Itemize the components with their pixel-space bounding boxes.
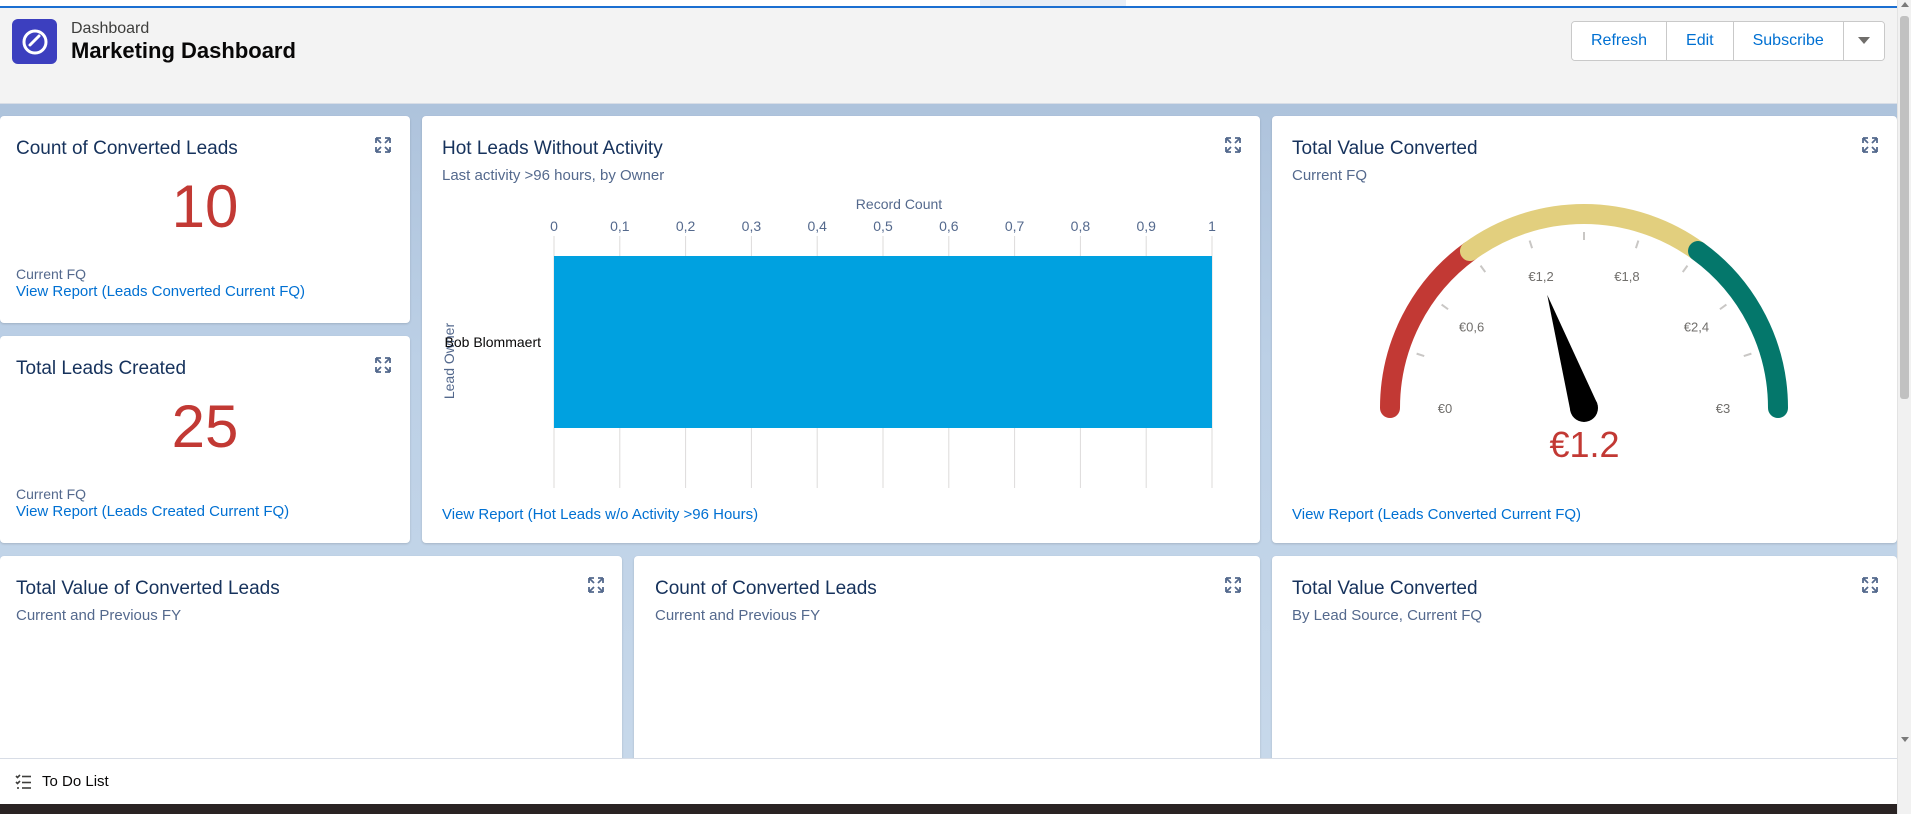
expand-icon[interactable] (1861, 136, 1879, 154)
page-title: Marketing Dashboard (71, 38, 296, 63)
x-tick-label: 0 (550, 218, 558, 234)
bar[interactable] (554, 256, 1212, 428)
utility-bar: To Do List (0, 758, 1897, 804)
card-converted-leads: Count of Converted Leads 10 Current FQ V… (0, 116, 410, 323)
card-title: Hot Leads Without Activity (442, 138, 663, 159)
x-tick-label: 0,1 (610, 218, 630, 234)
card-hot-leads: Hot Leads Without Activity Last activity… (422, 116, 1260, 543)
gauge-tick (1634, 240, 1640, 249)
x-tick-label: 1 (1208, 218, 1216, 234)
gauge-tick (1416, 352, 1425, 358)
page-scrollbar[interactable] (1897, 0, 1911, 814)
more-actions-button[interactable] (1843, 22, 1884, 60)
card-subtitle: Current FQ (1292, 167, 1368, 184)
x-axis-label: Record Count (856, 196, 942, 212)
card-title: Total Value of Converted Leads (16, 578, 280, 599)
view-report-link[interactable]: View Report (Leads Converted Current FQ) (1292, 506, 1581, 523)
expand-icon[interactable] (374, 136, 392, 154)
hot-leads-bar-chart: Record Count Lead Owner 0 0,1 0,2 0,3 0,4 0,5… (441, 196, 1216, 488)
breadcrumb[interactable]: Dashboard (71, 20, 149, 38)
dashboard-header: Dashboard Marketing Dashboard Refresh Ed… (0, 8, 1897, 104)
gauge-tick (1719, 303, 1727, 311)
x-tick-label: 0,3 (742, 218, 762, 234)
gauge-hub (1570, 394, 1598, 422)
checklist-icon (15, 774, 31, 789)
x-tick-label: 0,4 (807, 218, 827, 234)
todo-list-button[interactable]: To Do List (42, 773, 109, 790)
refresh-button[interactable]: Refresh (1572, 22, 1668, 60)
card-value-converted-fy: Total Value of Converted Leads Current a… (0, 556, 622, 776)
card-title: Total Value Converted (1292, 578, 1478, 599)
metric-value: 25 (171, 393, 239, 460)
card-title: Count of Converted Leads (16, 138, 238, 159)
expand-icon[interactable] (587, 576, 605, 594)
card-subtitle: By Lead Source, Current FQ (1292, 607, 1483, 624)
x-tick-label: 0,6 (939, 218, 959, 234)
expand-icon[interactable] (374, 356, 392, 374)
gauge-needle (1547, 294, 1598, 413)
x-tick-label: 0,9 (1136, 218, 1156, 234)
dashboard-app-icon (12, 19, 57, 64)
card-leads-created: Total Leads Created 25 Current FQ View R… (0, 336, 410, 543)
period-label: Current FQ (16, 266, 87, 282)
gauge-value: €1.2 (1549, 424, 1620, 465)
chevron-down-icon (1857, 37, 1870, 44)
expand-icon[interactable] (1224, 576, 1242, 594)
card-title: Count of Converted Leads (655, 578, 877, 599)
gauge-band (1688, 241, 1788, 418)
expand-icon[interactable] (1224, 136, 1242, 154)
view-report-link[interactable]: View Report (Leads Converted Current FQ) (16, 283, 305, 300)
gauge-icon (22, 29, 47, 54)
edit-button[interactable]: Edit (1667, 22, 1734, 60)
view-report-link[interactable]: View Report (Leads Created Current FQ) (16, 503, 289, 520)
gauge-tick (1479, 265, 1487, 273)
header-actions: Refresh Edit Subscribe (1571, 21, 1885, 61)
card-total-value-gauge: Total Value Converted Current FQ €0 €0,6 €… (1272, 116, 1897, 543)
browser-top-edge (0, 0, 1911, 8)
gauge-tick-label: €0 (1438, 401, 1452, 416)
metric-value: 10 (171, 173, 239, 240)
card-title: Total Value Converted (1292, 138, 1478, 159)
card-subtitle: Current and Previous FY (655, 607, 821, 624)
card-subtitle: Last activity >96 hours, by Owner (442, 167, 665, 184)
gauge-tick (1441, 303, 1449, 311)
gauge-tick (1681, 265, 1689, 273)
gauge-tick-label: €3 (1716, 401, 1730, 416)
gauge-tick-label: €1,2 (1528, 269, 1553, 284)
tab-hint (980, 0, 1126, 6)
card-count-converted-fy: Count of Converted Leads Current and Pre… (634, 556, 1260, 776)
scrollbar-thumb[interactable] (1900, 16, 1909, 399)
view-report-link[interactable]: View Report (Hot Leads w/o Activity >96 … (442, 506, 758, 523)
x-tick-label: 0,7 (1005, 218, 1025, 234)
gauge-tick (1743, 352, 1752, 358)
period-label: Current FQ (16, 486, 87, 502)
card-title: Total Leads Created (16, 358, 187, 379)
x-tick-label: 0,2 (676, 218, 696, 234)
card-subtitle: Current and Previous FY (16, 607, 182, 624)
x-tick-label: 0,8 (1071, 218, 1091, 234)
gauge-tick-label: €1,8 (1614, 269, 1639, 284)
card-value-by-source: Total Value Converted By Lead Source, Cu… (1272, 556, 1897, 776)
category-label: Bob Blommaert (445, 334, 542, 350)
expand-icon[interactable] (1861, 576, 1879, 594)
gauge-tick-label: €0,6 (1459, 319, 1484, 334)
scroll-down-icon[interactable] (1901, 737, 1909, 742)
gauge-tick (1528, 240, 1534, 249)
taskbar-edge (0, 804, 1897, 814)
scroll-up-icon[interactable] (1901, 2, 1909, 7)
x-tick-label: 0,5 (873, 218, 893, 234)
gauge-tick-label: €2,4 (1684, 319, 1709, 334)
subscribe-button[interactable]: Subscribe (1733, 22, 1844, 60)
